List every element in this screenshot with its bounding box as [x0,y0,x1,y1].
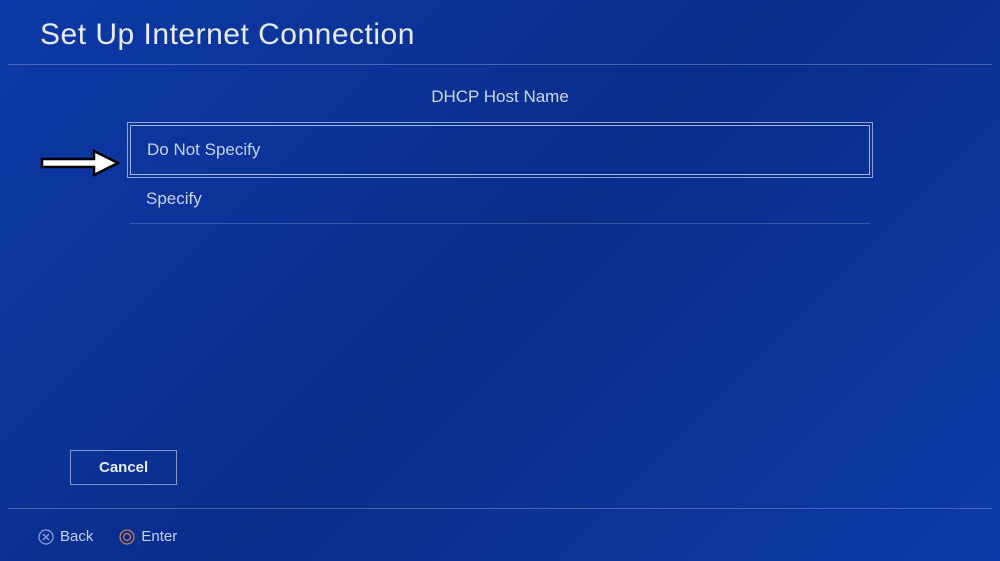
footer-enter-hint: Enter [119,528,177,545]
options-list: Do Not Specify Specify [0,125,1000,224]
page-title: Set Up Internet Connection [40,18,960,52]
option-label: Specify [146,189,202,208]
footer-enter-label: Enter [141,528,177,545]
circle-icon [119,529,135,545]
footer-back-label: Back [60,528,93,545]
cancel-button[interactable]: Cancel [70,450,177,485]
footer-divider [8,508,992,509]
section-title: DHCP Host Name [0,65,1000,125]
footer-back-hint: Back [38,528,93,545]
option-do-not-specify[interactable]: Do Not Specify [130,125,870,175]
cross-icon [38,529,54,545]
option-label: Do Not Specify [147,140,260,159]
option-specify[interactable]: Specify [130,175,870,224]
footer-hints: Back Enter [38,528,177,545]
